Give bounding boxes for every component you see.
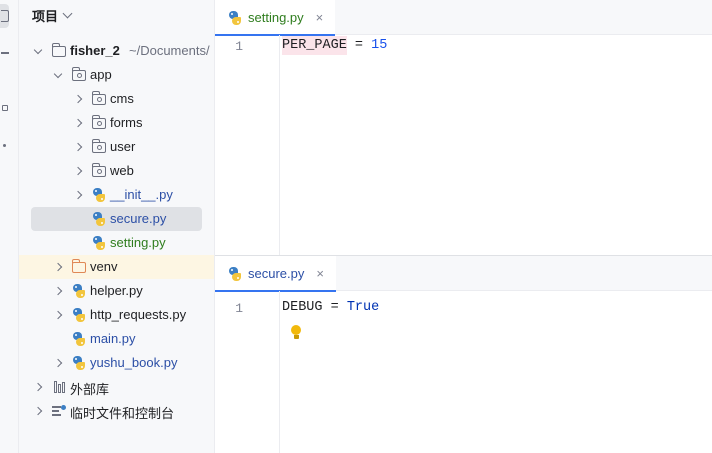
tree-row[interactable]: web [19,159,214,183]
excluded-folder-icon [71,258,87,275]
chevron-right-icon[interactable] [71,164,85,178]
editor-pane-bottom: secure.py × 1 DEBUG = True [215,256,712,453]
close-icon[interactable]: × [316,10,324,25]
tree-row[interactable]: fisher_2 ~/Documents/ [19,39,214,63]
tree-row[interactable]: cms [19,87,214,111]
chevron-right-icon[interactable] [51,260,65,274]
code-line[interactable]: DEBUG = True [282,300,379,315]
tree-item-label: user [110,139,136,154]
python-file-icon [91,187,107,203]
python-file-icon [71,355,87,371]
chevron-right-icon[interactable] [71,116,85,130]
project-panel-title: 项目 [32,8,59,24]
project-panel-header[interactable]: 项目 [32,6,73,24]
code-operator: = [346,38,372,53]
tab-secure-py[interactable]: secure.py × [215,256,336,292]
package-folder-icon [71,66,87,83]
tree-row[interactable]: forms [19,111,214,135]
tab-setting-py[interactable]: setting.py × [215,0,336,36]
code-number[interactable]: 15 [371,38,387,53]
editor-pane-top: setting.py × 1 PER_PAGE = 15 [215,0,712,255]
python-file-icon [71,307,87,323]
python-file-icon [228,10,242,25]
python-file-icon [91,211,107,227]
chevron-right-icon[interactable] [71,92,85,106]
folder-icon [51,42,67,59]
line-gutter: 1 [215,35,280,255]
tree-item-label: app [90,67,112,82]
tree-row[interactable]: yushu_book.py [19,351,214,375]
library-icon [51,379,67,395]
tree-row[interactable]: helper.py [19,279,214,303]
tree-row[interactable]: secure.py [19,207,214,231]
tree-item-label: __init__.py [110,187,173,202]
tree-item-label: venv [90,259,118,274]
package-folder-icon [91,90,107,107]
line-number: 1 [235,301,243,316]
chevron-right-icon[interactable] [51,284,65,298]
chevron-right-icon[interactable] [71,140,85,154]
project-tool-icon[interactable] [0,4,9,28]
tree-row[interactable]: 外部库 [19,375,214,399]
tree-row[interactable]: __init__.py [19,183,214,207]
line-number: 1 [235,39,243,54]
more-tools-icon[interactable] [0,139,9,151]
chevron-right-icon[interactable] [31,380,45,394]
editor-tabbar: setting.py × [215,0,712,36]
python-file-icon [71,331,87,347]
tree-item-label: helper.py [90,283,143,298]
lightbulb-icon[interactable] [290,325,302,341]
tree-row[interactable]: http_requests.py [19,303,214,327]
tree-item-label: yushu_book.py [90,355,178,370]
tree-item-label: main.py [90,331,136,346]
tab-label: setting.py [248,10,304,25]
code-identifier[interactable]: PER_PAGE [282,36,347,55]
chevron-down-icon[interactable] [31,44,45,58]
code-line[interactable]: PER_PAGE = 15 [282,36,387,55]
tree-row[interactable]: 临时文件和控制台 [19,399,214,423]
python-file-icon [71,283,87,299]
chevron-right-icon[interactable] [51,308,65,322]
tree-row[interactable]: app [19,63,214,87]
tab-label: secure.py [248,266,305,281]
tree-row[interactable]: user [19,135,214,159]
tree-row[interactable]: setting.py [19,231,214,255]
tree-item-label: forms [110,115,143,130]
structure-tool-icon[interactable] [0,102,9,114]
code-keyword[interactable]: True [347,300,379,315]
tree-item-label: http_requests.py [90,307,187,322]
code-identifier[interactable]: DEBUG [282,300,323,315]
python-file-icon [91,235,107,251]
commit-tool-icon[interactable] [0,47,9,59]
tool-window-strip [0,0,19,453]
tree-item-label: cms [110,91,134,106]
line-gutter: 1 [215,291,280,453]
chevron-right-icon[interactable] [71,188,85,202]
package-folder-icon [91,114,107,131]
editor-tabbar: secure.py × [215,256,712,292]
package-folder-icon [91,162,107,179]
tree-item-label: 外部库 [70,382,110,397]
chevron-down-icon[interactable] [62,8,73,18]
tree-item-label: fisher_2 [70,43,120,58]
scratch-icon [51,403,67,419]
tree-item-path-hint: ~/Documents/ [129,43,210,58]
chevron-right-icon[interactable] [31,404,45,418]
tree-row[interactable]: venv [19,255,214,279]
tree-item-label: setting.py [110,235,166,250]
code-operator: = [322,300,347,315]
package-folder-icon [91,138,107,155]
chevron-right-icon[interactable] [51,356,65,370]
python-file-icon [228,266,242,281]
close-icon[interactable]: × [316,266,324,281]
chevron-down-icon[interactable] [51,68,65,82]
tree-item-label: 临时文件和控制台 [70,406,175,421]
tree-item-label: web [110,163,134,178]
tree-item-label: secure.py [110,211,167,226]
project-panel: 项目 fisher_2 ~/Documents/app cms forms user we… [19,0,215,453]
tree-row[interactable]: main.py [19,327,214,351]
